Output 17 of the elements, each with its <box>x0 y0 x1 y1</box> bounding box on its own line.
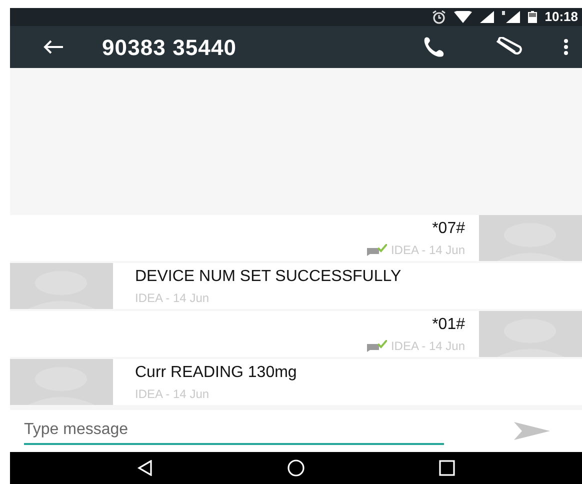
more-icon <box>564 39 568 55</box>
status-time: 10:18 <box>544 8 578 26</box>
message-text: *01# <box>432 315 465 335</box>
message-text: *07# <box>432 219 465 239</box>
message-text: DEVICE NUM SET SUCCESSFULLY <box>135 267 402 287</box>
avatar-icon <box>10 263 113 309</box>
battery-icon <box>528 11 537 23</box>
avatar-icon <box>479 311 582 357</box>
message-text: Curr READING 130mg <box>135 363 298 383</box>
alarm-icon <box>432 10 446 24</box>
avatar-icon <box>479 215 582 261</box>
contact-number: 90383 35440 <box>102 34 237 62</box>
wifi-icon <box>454 11 472 23</box>
avatar-icon <box>10 359 113 405</box>
signal-icon <box>480 11 494 23</box>
message-input[interactable]: Type message <box>24 417 444 445</box>
roaming-signal-icon <box>502 11 520 23</box>
